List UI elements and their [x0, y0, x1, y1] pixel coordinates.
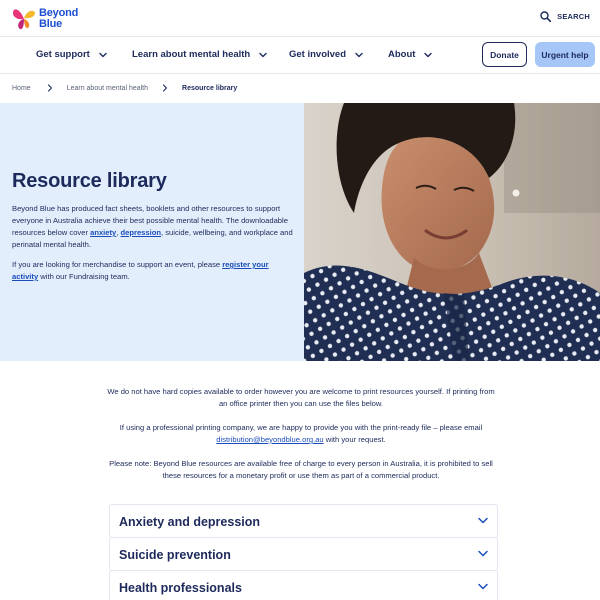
butterfly-logo-icon: [13, 9, 35, 30]
hero-image: [304, 103, 600, 361]
page-title: Resource library: [12, 170, 167, 192]
nav-divider: [0, 73, 600, 74]
nav-label: Get involved: [289, 49, 347, 60]
intro-paragraph-3: Please note: Beyond Blue resources are a…: [109, 459, 493, 480]
depression-link[interactable]: depression: [121, 228, 162, 237]
accordion-anxiety-and-depression[interactable]: Anxiety and depression: [109, 504, 498, 538]
donate-button[interactable]: Donate: [482, 42, 527, 67]
chevron-down-icon: [478, 517, 488, 524]
chevron-down-icon: [259, 52, 267, 57]
nav-label: Get support: [36, 49, 90, 60]
urgent-help-button[interactable]: Urgent help: [535, 42, 595, 67]
accordion-label: Suicide prevention: [119, 548, 231, 562]
intro-paragraph-2: If using a professional printing company…: [105, 422, 497, 446]
anxiety-link[interactable]: anxiety: [90, 228, 116, 237]
woman-photo-illustration: [304, 103, 600, 361]
accordion-suicide-prevention[interactable]: Suicide prevention: [109, 537, 498, 571]
intro-paragraph-1: We do not have hard copies available to …: [107, 387, 495, 408]
chevron-down-icon: [355, 52, 363, 57]
nav-learn-about-mental-health[interactable]: Learn about mental health: [132, 49, 267, 60]
beyond-blue-logo[interactable]: Beyond Blue: [12, 5, 78, 31]
nav-label: Learn about mental health: [132, 49, 251, 60]
hero-paragraph-1: Beyond Blue has produced fact sheets, bo…: [12, 203, 296, 251]
chevron-down-icon: [424, 52, 433, 57]
hero-paragraph-2: If you are looking for merchandise to su…: [12, 259, 296, 283]
nav-about[interactable]: About: [388, 49, 433, 60]
chevron-right-icon: [47, 84, 52, 92]
search-button[interactable]: SEARCH: [540, 11, 590, 22]
breadcrumb-learn-about-mental-health[interactable]: Learn about mental health: [67, 85, 148, 92]
top-bar: Beyond Blue SEARCH: [0, 0, 600, 36]
intro-text: If using a professional printing company…: [119, 423, 483, 432]
hero-text: If you are looking for merchandise to su…: [12, 260, 223, 269]
chevron-down-icon: [99, 52, 107, 57]
chevron-down-icon: [478, 550, 488, 557]
search-icon: [540, 11, 552, 22]
search-label: SEARCH: [557, 12, 590, 21]
breadcrumb-current: Resource library: [182, 84, 238, 92]
chevron-right-icon: [162, 84, 168, 92]
accordion-label: Health professionals: [119, 581, 242, 595]
chevron-down-icon: [478, 583, 488, 590]
nav-label: About: [388, 49, 416, 60]
hero-text: with our Fundraising team.: [38, 272, 130, 281]
nav-get-support[interactable]: Get support: [36, 49, 107, 60]
logo-line-2: Blue: [39, 18, 63, 30]
main-nav: Get support Learn about mental health Ge…: [0, 37, 600, 73]
intro-text: with your request.: [323, 435, 386, 444]
accordion-label: Anxiety and depression: [119, 515, 261, 529]
accordion-health-professionals[interactable]: Health professionals: [109, 570, 498, 600]
nav-get-involved[interactable]: Get involved: [289, 49, 363, 60]
breadcrumb: Home Learn about mental health Resource …: [12, 83, 237, 93]
breadcrumb-home[interactable]: Home: [12, 85, 31, 92]
distribution-email-link[interactable]: distribution@beyondblue.org.au: [216, 435, 323, 444]
